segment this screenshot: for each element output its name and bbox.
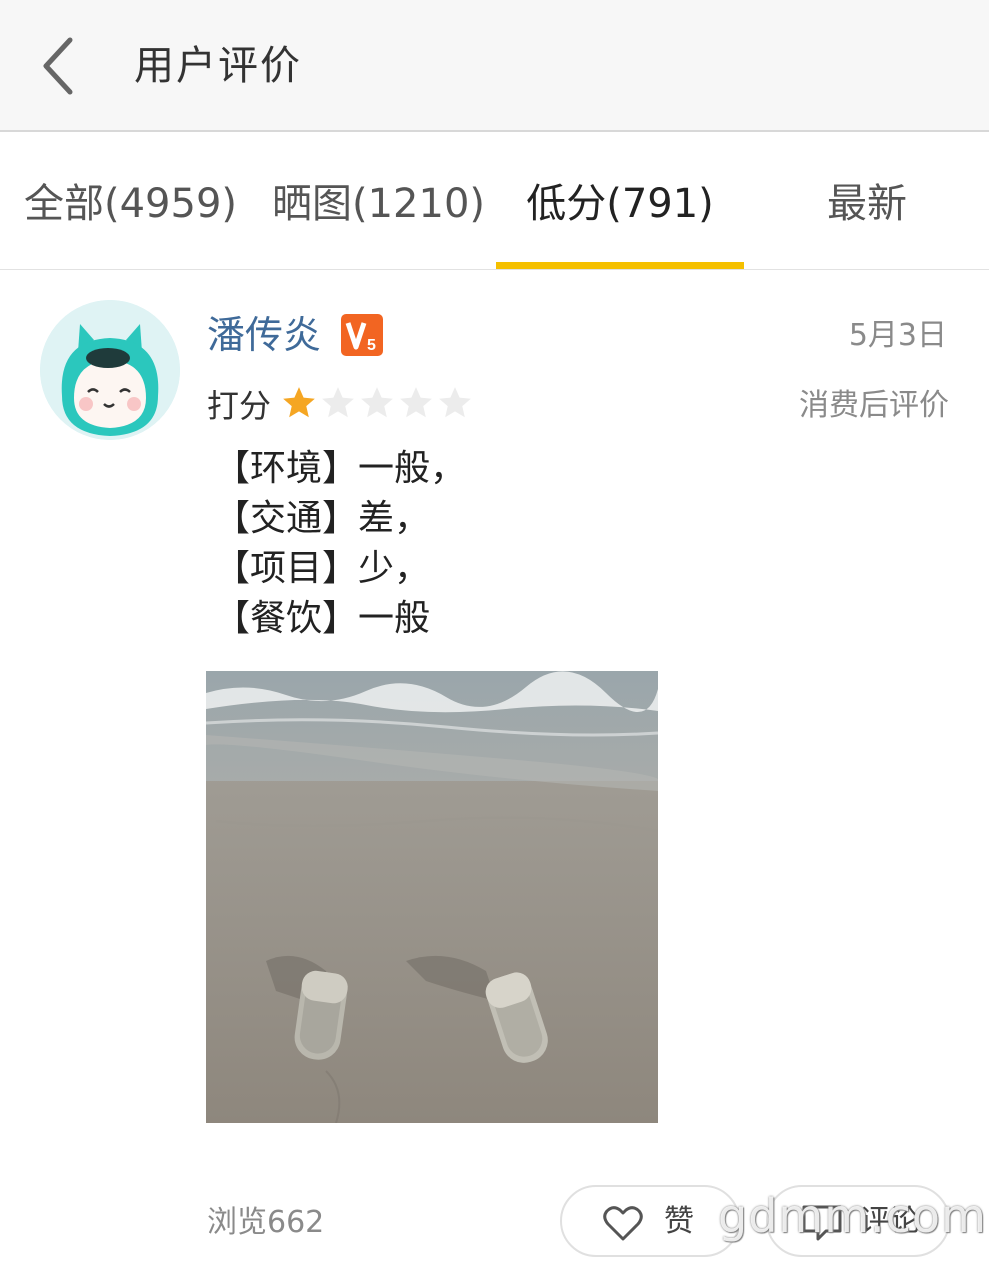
watermark: gdmm.com xyxy=(718,1189,987,1243)
review-content: 【环境】一般， 【交通】差， 【项目】少， 【餐饮】一般 xyxy=(214,444,814,644)
filter-tabs: 全部(4959) 晒图(1210) 低分(791) 最新 xyxy=(0,134,989,270)
star-empty-icon xyxy=(439,387,471,418)
chevron-left-icon xyxy=(43,37,73,95)
avatar[interactable] xyxy=(40,300,180,440)
star-empty-icon xyxy=(400,387,432,418)
star-empty-icon xyxy=(361,387,393,418)
review-line: 【餐饮】一般 xyxy=(214,598,431,639)
review-line: 【项目】少， xyxy=(214,548,431,589)
like-button[interactable]: 赞 xyxy=(560,1185,740,1257)
back-button[interactable] xyxy=(28,30,88,102)
like-label: 赞 xyxy=(664,1204,694,1239)
beach-slippers-photo xyxy=(206,671,658,1123)
tab-photos[interactable]: 晒图(1210) xyxy=(272,174,485,234)
active-tab-indicator xyxy=(496,262,744,269)
cartoon-avatar-icon xyxy=(40,300,180,440)
star-empty-icon xyxy=(322,387,354,418)
top-bar: 用户评价 xyxy=(0,0,989,132)
score-label: 打分 xyxy=(207,387,272,425)
tab-all[interactable]: 全部(4959) xyxy=(24,174,237,234)
review-photo[interactable] xyxy=(206,671,658,1123)
heart-icon xyxy=(603,1206,643,1241)
vip-badge-icon: 5 xyxy=(341,314,383,356)
rating-stars xyxy=(280,384,474,424)
page-title: 用户评价 xyxy=(134,43,302,89)
star-filled-icon xyxy=(283,387,315,418)
svg-text:5: 5 xyxy=(367,337,376,354)
view-count: 浏览662 xyxy=(207,1205,325,1240)
tab-latest[interactable]: 最新 xyxy=(800,174,934,234)
tab-low-score[interactable]: 低分(791) xyxy=(520,174,720,234)
review-date: 5月3日 xyxy=(848,318,947,353)
review-line: 【交通】差， xyxy=(214,498,431,539)
review-line: 【环境】一般， xyxy=(214,448,467,489)
review-tag: 消费后评价 xyxy=(799,388,949,423)
username[interactable]: 潘传炎 xyxy=(207,310,321,360)
